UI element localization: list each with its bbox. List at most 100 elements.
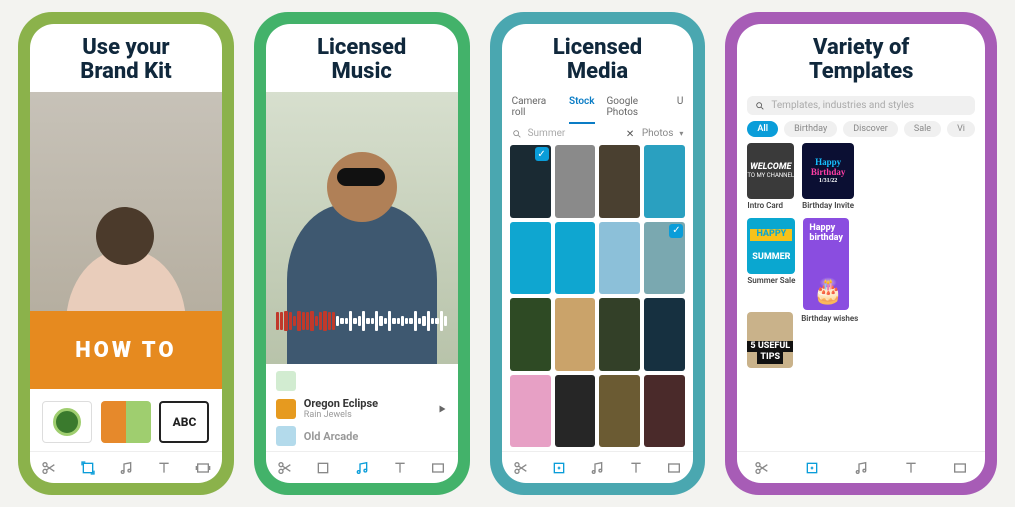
track-thumb	[276, 399, 296, 419]
bottom-nav	[502, 451, 694, 483]
hero-image: HOW TO	[30, 92, 222, 389]
palette-swatch[interactable]	[101, 401, 151, 443]
search-input[interactable]: Summer	[528, 128, 620, 139]
tab-more[interactable]: U	[677, 96, 683, 124]
bottom-nav	[266, 451, 458, 483]
media-thumb[interactable]	[599, 222, 640, 294]
title-line-2: Brand Kit	[80, 59, 171, 84]
track-row[interactable]: Old Arcade	[274, 423, 450, 449]
format-icon[interactable]	[666, 460, 682, 476]
tab-google-photos[interactable]: Google Photos	[607, 96, 665, 124]
waveform[interactable]	[276, 306, 448, 336]
media-thumb[interactable]	[510, 222, 551, 294]
text-icon[interactable]	[903, 460, 919, 476]
search-placeholder: Templates, industries and styles	[771, 100, 914, 111]
person-illustration	[287, 204, 437, 364]
clear-icon[interactable]: ✕	[626, 129, 636, 139]
media-thumb[interactable]	[644, 222, 685, 294]
screen: Licensed Media Camera roll Stock Google …	[502, 24, 694, 483]
crop-icon[interactable]	[315, 460, 331, 476]
screen: Variety of Templates Templates, industri…	[737, 24, 985, 483]
chip-discover[interactable]: Discover	[843, 121, 898, 137]
cut-icon[interactable]	[41, 460, 57, 476]
track-thumb	[276, 426, 296, 446]
track-row[interactable]: Oregon Eclipse Rain Jewels	[274, 394, 450, 423]
template-label: Intro Card	[747, 201, 794, 210]
search-icon	[755, 101, 765, 111]
brand-swatches: ABC	[30, 389, 222, 451]
chip-sale[interactable]: Sale	[904, 121, 941, 137]
template-useful-tips[interactable]: 5 USEFUL TIPS	[747, 312, 793, 368]
title-line-1: Use your	[82, 35, 169, 60]
media-thumb[interactable]	[599, 375, 640, 447]
template-label: Summer Sale	[747, 276, 795, 285]
tab-camera-roll[interactable]: Camera roll	[512, 96, 557, 124]
chevron-down-icon[interactable]: ▾	[679, 129, 683, 138]
title-line-1: Variety of	[813, 35, 909, 60]
template-happy-birthday[interactable]: Happy birthday 🎂	[803, 218, 849, 310]
search-row: Summer ✕ Photos ▾	[502, 124, 694, 143]
card-title: Use your Brand Kit	[30, 24, 222, 92]
logo-swatch[interactable]	[42, 401, 92, 443]
music-icon[interactable]	[589, 460, 605, 476]
media-thumb[interactable]	[555, 375, 596, 447]
media-thumb[interactable]	[555, 222, 596, 294]
music-icon[interactable]	[853, 460, 869, 476]
font-swatch[interactable]: ABC	[159, 401, 209, 443]
media-thumb[interactable]	[599, 298, 640, 370]
format-icon[interactable]	[195, 460, 211, 476]
media-thumb[interactable]	[555, 145, 596, 217]
media-thumb[interactable]	[644, 298, 685, 370]
track-artist: Rain Jewels	[304, 410, 428, 420]
track-name: Oregon Eclipse	[304, 397, 428, 410]
play-icon[interactable]	[436, 403, 448, 415]
template-label: Birthday wishes	[801, 314, 858, 323]
promo-card-templates: Variety of Templates Templates, industri…	[725, 12, 997, 495]
filter-dropdown[interactable]: Photos	[642, 128, 674, 139]
filter-chips: All Birthday Discover Sale Vi	[737, 119, 985, 143]
media-thumb[interactable]	[555, 298, 596, 370]
media-thumb[interactable]	[510, 145, 551, 217]
music-icon[interactable]	[354, 460, 370, 476]
title-line-2: Templates	[809, 59, 914, 84]
card-title: Licensed Media	[502, 24, 694, 92]
screen: Licensed Music Oregon Eclipse Rain Jewel…	[266, 24, 458, 483]
chip-all[interactable]: All	[747, 121, 778, 137]
template-birthday-neon[interactable]: Happy Birthday 1/31/22	[802, 143, 854, 199]
media-thumb[interactable]	[644, 145, 685, 217]
cut-icon[interactable]	[754, 460, 770, 476]
crop-icon[interactable]	[804, 460, 820, 476]
source-tabs: Camera roll Stock Google Photos U	[502, 92, 694, 124]
track-name: Old Arcade	[304, 430, 448, 443]
card-title: Variety of Templates	[737, 24, 985, 92]
cut-icon[interactable]	[277, 460, 293, 476]
crop-icon[interactable]	[80, 460, 96, 476]
text-icon[interactable]	[156, 460, 172, 476]
promo-card-brand-kit: Use your Brand Kit HOW TO ABC	[18, 12, 234, 495]
template-search[interactable]: Templates, industries and styles	[747, 96, 975, 115]
cut-icon[interactable]	[513, 460, 529, 476]
chip-more[interactable]: Vi	[947, 121, 975, 137]
media-thumb[interactable]	[644, 375, 685, 447]
title-line-2: Media	[567, 59, 628, 84]
text-icon[interactable]	[628, 460, 644, 476]
crop-icon[interactable]	[551, 460, 567, 476]
search-icon[interactable]	[512, 129, 522, 139]
title-line-1: Licensed	[317, 35, 406, 60]
media-thumb[interactable]	[599, 145, 640, 217]
template-summer-sale[interactable]: HAPPY SUMMER	[747, 218, 795, 274]
template-intro-card[interactable]: WELCOME TO MY CHANNEL	[747, 143, 794, 199]
cake-icon: 🎂	[813, 278, 843, 304]
promo-card-media: Licensed Media Camera roll Stock Google …	[490, 12, 706, 495]
title-line-1: Licensed	[553, 35, 642, 60]
music-icon[interactable]	[118, 460, 134, 476]
media-thumb[interactable]	[510, 375, 551, 447]
chip-birthday[interactable]: Birthday	[784, 121, 837, 137]
media-thumb[interactable]	[510, 298, 551, 370]
format-icon[interactable]	[952, 460, 968, 476]
bottom-nav	[737, 451, 985, 483]
track-row[interactable]	[274, 368, 450, 394]
format-icon[interactable]	[430, 460, 446, 476]
text-icon[interactable]	[392, 460, 408, 476]
tab-stock[interactable]: Stock	[569, 96, 595, 124]
